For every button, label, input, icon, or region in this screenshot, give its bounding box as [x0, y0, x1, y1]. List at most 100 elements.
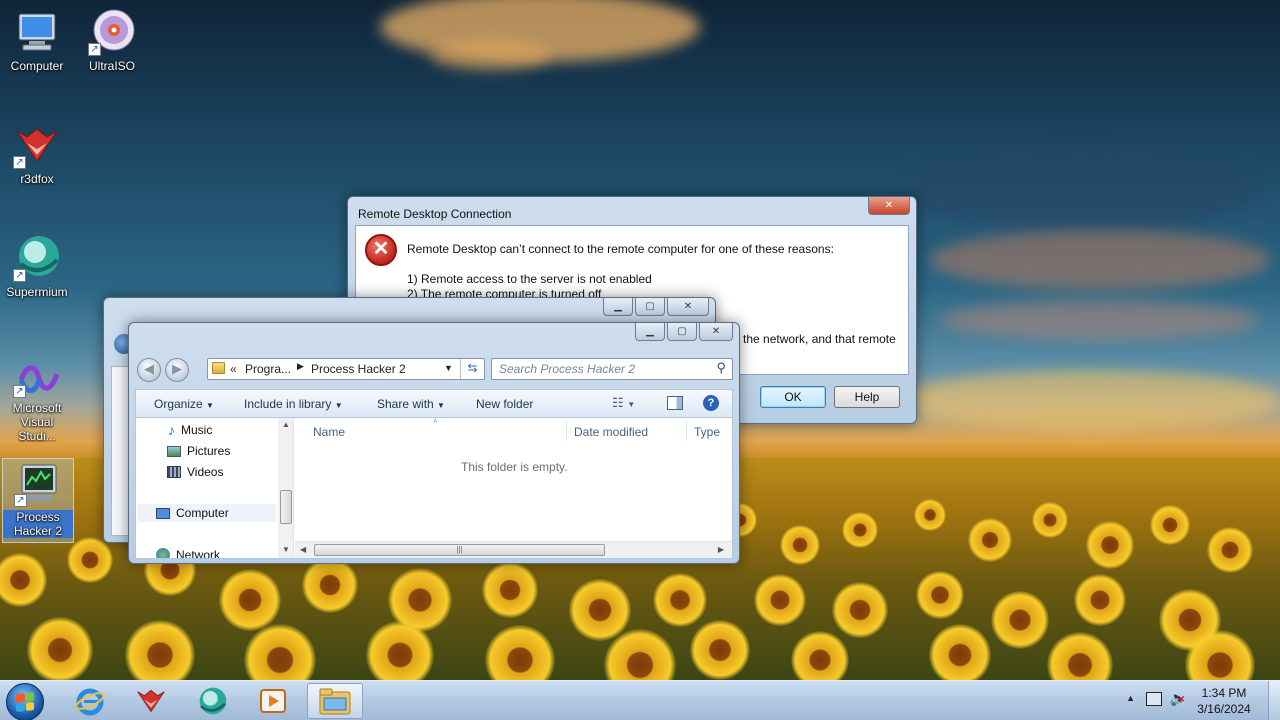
close-button[interactable]: ✕ — [699, 323, 733, 341]
search-input[interactable]: Search Process Hacker 2 ⚲ — [491, 358, 733, 380]
view-options-icon[interactable]: ☷ ▼ — [612, 395, 635, 411]
scroll-down-icon[interactable]: ▼ — [282, 545, 290, 554]
desktop-icon-computer[interactable]: Computer — [1, 8, 73, 73]
help-icon[interactable]: ? — [703, 395, 719, 411]
taskbar-explorer[interactable] — [307, 683, 363, 719]
volume-muted-icon[interactable]: 🔈 ✕ — [1170, 690, 1187, 707]
column-header-name[interactable]: Name — [313, 425, 345, 439]
sunflower — [1032, 502, 1068, 538]
chevron-down-icon[interactable]: ▼ — [444, 363, 453, 373]
wallpaper-glow — [900, 370, 1280, 430]
taskbar-supermium[interactable] — [185, 683, 241, 719]
scroll-thumb[interactable]: ||| — [314, 544, 605, 556]
sunflower — [991, 591, 1049, 649]
forward-button[interactable]: ▶ — [165, 358, 189, 382]
desktop-icon-visual-studio[interactable]: ↗ Microsoft Visual Studi... — [1, 360, 73, 443]
scroll-up-icon[interactable]: ▲ — [282, 420, 290, 429]
breadcrumb-chevron-icon[interactable]: ▶ — [297, 361, 304, 372]
new-folder-button[interactable]: New folder — [476, 397, 533, 411]
navigation-pane[interactable]: ♪ Music Pictures Videos Computer Network… — [136, 418, 294, 558]
taskbar: ▲ 🔈 ✕ 1:34 PM 3/16/2024 — [0, 680, 1280, 720]
desktop-icon-process-hacker[interactable]: ↗ Process Hacker 2 — [2, 458, 74, 543]
column-header-type[interactable]: Type — [694, 425, 720, 439]
search-icon[interactable]: ⚲ — [716, 360, 726, 376]
nav-item-label: Pictures — [187, 444, 231, 458]
start-button[interactable] — [6, 683, 44, 720]
process-hacker-icon: ↗ — [14, 459, 62, 507]
file-list[interactable]: ˄ Name Date modified Type This folder is… — [295, 417, 732, 558]
close-button[interactable]: ✕ — [667, 298, 709, 316]
explorer-window[interactable]: ▁ ▢ ✕ ◀ ▶ « Progra... ▶ Process Hacker 2… — [128, 322, 740, 564]
maximize-button[interactable]: ▢ — [667, 323, 697, 341]
column-divider[interactable] — [566, 421, 567, 441]
maximize-button[interactable]: ▢ — [635, 298, 665, 316]
desktop-icon-r3dfox[interactable]: ↗ r3dfox — [1, 121, 73, 186]
breadcrumb-overflow[interactable]: « — [230, 362, 237, 376]
desktop[interactable]: Computer ↗ UltraISO ↗ r3dfox ↗ Supermium… — [0, 0, 1280, 680]
search-placeholder: Search Process Hacker 2 — [499, 362, 636, 376]
scroll-thumb[interactable] — [280, 490, 292, 524]
close-button[interactable]: ✕ — [868, 197, 910, 215]
nav-item-pictures[interactable]: Pictures — [167, 442, 230, 460]
nav-item-label: Music — [181, 423, 213, 437]
wallpaper-cloud — [900, 150, 1260, 230]
desktop-icon-supermium[interactable]: ↗ Supermium — [1, 234, 73, 299]
r3dfox-icon — [137, 689, 165, 713]
minimize-button[interactable]: ▁ — [635, 323, 665, 341]
column-divider[interactable] — [686, 421, 687, 441]
chevron-down-icon: ▼ — [334, 401, 343, 410]
supermium-icon: ↗ — [13, 234, 61, 282]
refresh-icon[interactable]: ⇆ — [460, 359, 484, 379]
command-bar: Organize ▼ Include in library ▼ Share wi… — [135, 389, 733, 417]
nav-item-computer[interactable]: Computer — [138, 504, 276, 522]
sort-arrow-icon: ˄ — [433, 417, 438, 426]
clock-time: 1:34 PM — [1201, 686, 1247, 700]
sunflower — [569, 579, 631, 641]
media-player-icon — [260, 689, 286, 713]
nav-item-music[interactable]: ♪ Music — [168, 421, 212, 439]
breadcrumb-process-hacker[interactable]: Process Hacker 2 — [311, 362, 406, 376]
organize-button[interactable]: Organize ▼ — [154, 397, 214, 411]
sunflower — [366, 621, 434, 680]
nav-item-label: Network — [176, 548, 221, 558]
breadcrumb-programs[interactable]: Progra... — [245, 362, 291, 376]
taskbar-r3dfox[interactable] — [123, 683, 179, 719]
ultraiso-disc-icon: ↗ — [88, 8, 136, 56]
sunflower — [832, 582, 888, 638]
scroll-right-icon[interactable]: ▶ — [718, 545, 724, 554]
include-label: Include in library — [244, 397, 332, 411]
show-desktop-button[interactable] — [1268, 681, 1280, 720]
nav-item-videos[interactable]: Videos — [167, 463, 223, 481]
desktop-icon-label: UltraISO — [88, 59, 135, 73]
help-button[interactable]: Help — [834, 386, 900, 408]
sunflower — [27, 617, 93, 680]
scroll-left-icon[interactable]: ◀ — [300, 545, 306, 554]
column-header-date-modified[interactable]: Date modified — [574, 425, 648, 439]
sunflower — [1150, 505, 1190, 545]
horizontal-scrollbar[interactable]: ◀ ||| ▶ — [295, 541, 732, 558]
error-message: Remote Desktop can’t connect to the remo… — [407, 242, 834, 256]
ok-button[interactable]: OK — [760, 386, 826, 408]
visual-studio-icon: ↗ — [13, 360, 61, 398]
shortcut-arrow-icon: ↗ — [13, 269, 26, 282]
minimize-button[interactable]: ▁ — [603, 298, 633, 316]
action-center-icon[interactable] — [1146, 692, 1162, 706]
address-bar[interactable]: « Progra... ▶ Process Hacker 2 ▼ ⇆ — [207, 358, 485, 380]
back-button[interactable]: ◀ — [137, 358, 161, 382]
folder-icon — [212, 362, 225, 374]
include-in-library-button[interactable]: Include in library ▼ — [244, 397, 343, 411]
sunflower — [1207, 527, 1253, 573]
taskbar-internet-explorer[interactable] — [62, 683, 118, 719]
show-hidden-icons-button[interactable]: ▲ — [1126, 693, 1135, 703]
desktop-icon-label: Microsoft Visual Studi... — [12, 401, 62, 443]
computer-icon — [13, 8, 61, 56]
nav-item-label: Computer — [176, 506, 229, 520]
sunflower — [791, 631, 849, 680]
nav-scrollbar[interactable]: ▲ ▼ — [278, 418, 293, 558]
share-with-button[interactable]: Share with ▼ — [377, 397, 445, 411]
clock[interactable]: 1:34 PM 3/16/2024 — [1194, 685, 1254, 717]
desktop-icon-ultraiso[interactable]: ↗ UltraISO — [76, 8, 148, 73]
taskbar-media-player[interactable] — [245, 683, 301, 719]
preview-pane-icon[interactable] — [667, 396, 683, 410]
nav-item-network[interactable]: Network — [156, 546, 220, 558]
